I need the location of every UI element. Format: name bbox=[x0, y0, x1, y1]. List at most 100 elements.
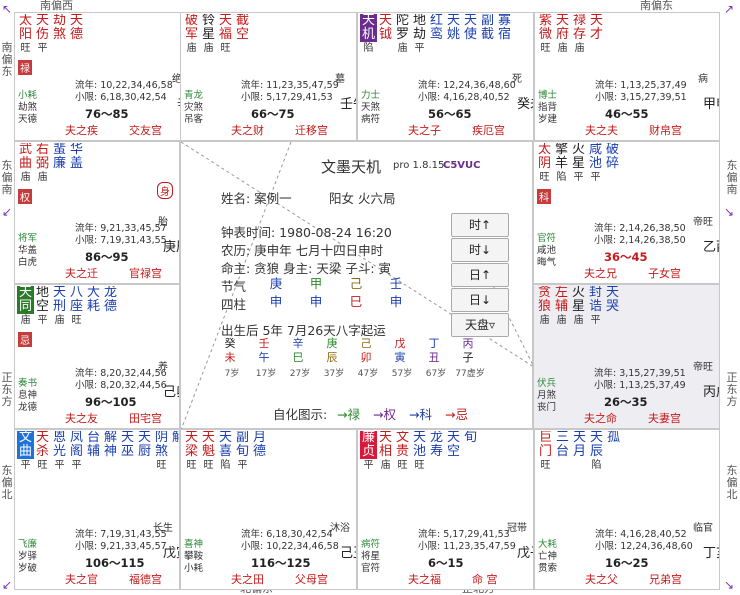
flying-palace: 夫之友 bbox=[65, 412, 98, 425]
star-brightness bbox=[428, 459, 445, 471]
star-text: 天 府 bbox=[555, 14, 569, 42]
legend-ke: →科 bbox=[409, 407, 432, 422]
star-text: 封 诰 bbox=[588, 286, 602, 314]
minor-god: 大耗 bbox=[538, 539, 558, 550]
day-up-button[interactable]: 日↑ bbox=[451, 263, 509, 287]
star-text: 月 德 bbox=[252, 431, 266, 459]
minor-god: 息神 bbox=[18, 390, 38, 401]
star-brightness bbox=[496, 42, 513, 54]
palace-cell-you[interactable]: 太 阴旺擎 羊陷火 星平咸 池平破 碎科流年: 2,14,26,38,50 小限:… bbox=[533, 141, 720, 284]
palace-name[interactable]: 官禄宫 bbox=[129, 265, 162, 281]
star-name: 天 姚 bbox=[445, 14, 462, 54]
palace-name[interactable]: 子女宫 bbox=[648, 265, 681, 281]
palace-name[interactable]: 父母宫 bbox=[295, 571, 328, 587]
star-name: 天 厨 bbox=[136, 431, 153, 471]
hour-up-button[interactable]: 时↑ bbox=[451, 213, 509, 237]
palace-name[interactable]: 福德宫 bbox=[129, 571, 162, 587]
liunian-years: 流年: 3,15,27,39,51 bbox=[594, 368, 686, 379]
changsheng-stage: 帝旺 bbox=[693, 217, 713, 228]
palace-name[interactable]: 交友宫 bbox=[129, 122, 162, 138]
minor-god: 丧门 bbox=[537, 402, 557, 413]
palace-name[interactable]: 财帛宫 bbox=[649, 122, 682, 138]
star-text: 劫 煞 bbox=[52, 14, 66, 42]
corner-arrow-icon: ↘ bbox=[724, 578, 735, 592]
star-brightness: 旺 bbox=[397, 460, 408, 471]
palace-name[interactable]: 命 宫 bbox=[472, 571, 498, 587]
palace-name[interactable]: 田宅宫 bbox=[129, 410, 162, 426]
palace-cell-wei[interactable]: 天 机陷天 钺陀 罗庙地 劫平红 鸾天 姚天 使副 截寡 宿流年: 12,24,… bbox=[357, 12, 534, 141]
palace-name[interactable]: 迁移宫 bbox=[295, 122, 328, 138]
minor-god: 晦气 bbox=[537, 257, 557, 268]
star-name: 天 使 bbox=[462, 14, 479, 54]
minor-god: 灾煞 bbox=[184, 102, 204, 113]
edge-left-mid: 东偏南 bbox=[1, 159, 13, 196]
palace-name[interactable]: 疾厄宫 bbox=[472, 122, 505, 138]
palace-cell-zi[interactable]: 廉 贞平天 相庙文 贵旺天 池旺龙 寿天 空旬流年: 5,17,29,41,53… bbox=[357, 429, 534, 590]
xiaoxian-years: 小限: 9,21,33,45,57 bbox=[75, 541, 167, 552]
hour-down-button[interactable]: 时↓ bbox=[451, 238, 509, 262]
jieqi-label: 节气 bbox=[221, 279, 247, 294]
daxian-range: 6～15 bbox=[428, 556, 464, 570]
star-group: 天 梁旺天 魁旺天 喜陷副 旬平月 德 bbox=[183, 431, 268, 471]
star-text: 地 劫 bbox=[412, 14, 426, 42]
star-group: 廉 贞平天 相庙文 贵旺天 池旺龙 寿天 空旬 bbox=[360, 431, 479, 471]
star-brightness: 陷 bbox=[220, 460, 231, 471]
changsheng-stage: 死 bbox=[512, 74, 522, 85]
star-brightness: 庙 bbox=[20, 172, 31, 183]
legend-lu: →禄 bbox=[337, 407, 360, 422]
palace-cell-wu[interactable]: 破 军庙铃 星庙天 福旺截 空流年: 11,23,35,47,59 小限: 5,1… bbox=[180, 12, 357, 141]
star-name: 寡 宿 bbox=[496, 14, 513, 54]
star-text: 龙 德 bbox=[103, 286, 117, 314]
star-text: 阴 煞 bbox=[154, 431, 168, 459]
minor-god: 月煞 bbox=[537, 390, 557, 401]
star-text: 天 使 bbox=[463, 14, 477, 42]
palace-cell-shen[interactable]: 紫 微旺天 府庙禄 存庙天 才流年: 1,13,25,37,49 小限: 3,15… bbox=[534, 12, 720, 141]
palace-name[interactable]: 夫妻宫 bbox=[648, 410, 681, 426]
dayun-zhi: 未 bbox=[224, 351, 236, 364]
palace-cell-si[interactable]: 太 阳旺天 伤平劫 煞天 德禄流年: 10,22,34,46,58 小限: 6,1… bbox=[14, 12, 194, 141]
star-brightness: 旺 bbox=[186, 460, 197, 471]
legend-ji: →忌 bbox=[445, 407, 468, 422]
palace-cell-chen[interactable]: 武 曲庙右 弼庙蜚 廉华 盖权身流年: 9,21,33,45,57 小限: 7,1… bbox=[14, 141, 180, 284]
star-brightness: 平 bbox=[71, 460, 82, 471]
liunian-years: 流年: 10,22,34,46,58 bbox=[75, 80, 173, 91]
star-brightness bbox=[377, 42, 394, 54]
palace-ganzhi: 己丑 bbox=[340, 546, 356, 561]
xiaoxian-years: 小限: 11,23,35,47,59 bbox=[418, 541, 516, 552]
star-brightness bbox=[445, 42, 462, 54]
star-brightness: 平 bbox=[54, 460, 65, 471]
tianpan-dropdown[interactable]: 天盘▿ bbox=[451, 313, 509, 337]
xiaoxian-years: 小限: 3,15,27,39,51 bbox=[595, 92, 687, 103]
palace-name[interactable]: 兄弟宫 bbox=[649, 571, 682, 587]
xiaoxian-years: 小限: 12,24,36,48,60 bbox=[595, 541, 693, 552]
star-group: 武 曲庙右 弼庙蜚 廉华 盖 bbox=[17, 143, 85, 183]
palace-cell-xu[interactable]: 贪 狼庙左 辅庙火 星庙封 诰平天 哭流年: 3,15,27,39,51 小限: … bbox=[533, 284, 720, 429]
star-text: 副 截 bbox=[480, 14, 494, 42]
palace-cell-mao[interactable]: 天 同庙地 空平天 刑庙八 座旺大 耗龙 德忌流年: 8,20,32,44,56… bbox=[14, 284, 180, 429]
app-title: 文墨天机 bbox=[321, 158, 382, 176]
liunian-years: 流年: 6,18,30,42,54 bbox=[241, 529, 333, 540]
star-brightness: 庙 bbox=[54, 315, 65, 326]
minor-god: 伏兵 bbox=[537, 378, 557, 389]
star-name: 铃 星庙 bbox=[200, 14, 217, 54]
star-brightness bbox=[68, 171, 85, 183]
month-zhi: 申 bbox=[309, 294, 323, 309]
palace-cell-hai[interactable]: 巨 门旺三 台天 月天 辰陷孤流年: 4,16,28,40,52 小限: 12,2… bbox=[534, 429, 720, 590]
star-name: 天 德 bbox=[68, 14, 85, 54]
star-name: 八 座旺 bbox=[68, 286, 85, 326]
minor-god: 小耗 bbox=[184, 563, 204, 574]
star-brightness: 平 bbox=[590, 315, 601, 326]
star-brightness: 庙 bbox=[380, 460, 391, 471]
palace-cell-yin[interactable]: 文 曲平天 杀旺恩 光平凤 阁平台 辅解 神天 巫天 厨阴 煞旺解流年: 7,1… bbox=[14, 429, 180, 590]
changsheng-stage: 帝旺 bbox=[693, 362, 713, 373]
star-name: 左 辅庙 bbox=[553, 286, 570, 326]
star-brightness: 庙 bbox=[20, 315, 31, 326]
hour-zhi: 申 bbox=[389, 294, 403, 309]
star-name: 凤 阁平 bbox=[68, 431, 85, 471]
day-down-button[interactable]: 日↓ bbox=[451, 288, 509, 312]
dayun-gan: 丁 bbox=[428, 337, 440, 350]
dayun-age: 67岁 bbox=[425, 369, 447, 379]
palace-cell-chou[interactable]: 天 梁旺天 魁旺天 喜陷副 旬平月 德流年: 6,18,30,42,54 小限: … bbox=[180, 429, 357, 590]
star-text: 地 空 bbox=[35, 286, 49, 314]
star-brightness: 旺 bbox=[37, 460, 48, 471]
